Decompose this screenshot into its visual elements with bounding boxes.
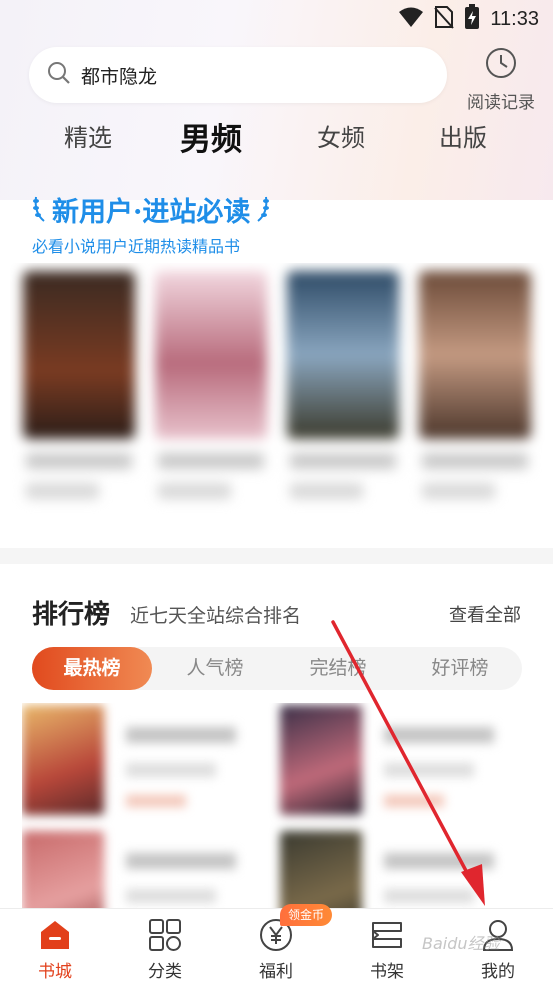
tab-popularity[interactable]: 人气榜 [154,647,276,690]
home-icon [38,917,72,953]
coin-badge: 领金币 [280,904,333,926]
promo-title: 新用户·进站必读 [32,190,270,229]
clock-icon [484,46,518,84]
tab-publishing[interactable]: 出版 [439,118,487,153]
book-meta-placeholder [290,483,364,499]
book-meta-placeholder [26,483,100,499]
no-sim-icon [434,5,455,33]
book-title-placeholder [290,453,396,469]
tab-featured[interactable]: 精选 [64,118,112,153]
tab-completed[interactable]: 完结榜 [277,647,399,690]
tab-male[interactable]: 男频 [180,114,242,159]
nav-category[interactable]: 分类 [110,909,220,983]
nav-bookshelf-label: 书架 [370,962,404,982]
promo-subtitle: 必看小说用户近期热读精品书 [32,237,241,256]
reading-history-button[interactable]: 阅读记录 [462,46,540,113]
promo-book-list [10,263,545,535]
book-title-placeholder [422,453,528,469]
wifi-icon [398,6,424,32]
book-cover [23,271,135,439]
tab-top-rated[interactable]: 好评榜 [399,647,521,690]
ranking-description: 近七天全站综合排名 [130,605,302,627]
search-input[interactable]: 都市隐龙 [29,47,447,103]
battery-charging-icon [464,4,480,34]
laurel-right-icon [254,193,270,227]
category-tabs: 精选 男频 女频 出版 [0,118,553,168]
ranking-tabs: 最热榜 人气榜 完结榜 好评榜 [32,647,522,690]
tab-hottest[interactable]: 最热榜 [32,647,152,690]
section-divider [0,548,553,564]
book-title-placeholder [26,453,132,469]
status-time: 11:33 [490,7,539,30]
book-card[interactable] [414,263,536,535]
list-item[interactable] [22,705,262,815]
book-card[interactable] [282,263,404,535]
tab-female[interactable]: 女频 [317,118,365,153]
list-item[interactable] [22,831,262,908]
nav-bookstore-label: 书城 [38,962,72,982]
watermark: Baidu经验 [422,934,500,953]
nav-category-label: 分类 [148,962,182,982]
book-title-placeholder [158,453,264,469]
list-item[interactable] [280,831,520,908]
book-cover [287,271,399,439]
search-query: 都市隐龙 [81,65,158,88]
nav-bookstore[interactable]: 书城 [0,909,110,983]
nav-welfare-label: 福利 [259,962,293,982]
category-grid-icon [148,917,182,953]
search-icon [47,61,71,89]
book-meta-placeholder [158,483,232,499]
status-bar: 11:33 [0,0,553,38]
see-all-link[interactable]: 查看全部 [449,601,521,627]
list-item[interactable] [280,705,520,815]
book-card[interactable] [150,263,272,535]
promo-title-text: 新用户·进站必读 [52,197,251,228]
laurel-left-icon [32,193,48,227]
book-cover [419,271,531,439]
book-cover [155,271,267,439]
bookshelf-icon [370,917,404,953]
book-meta-placeholder [422,483,496,499]
ranking-list [22,703,532,908]
ranking-title: 排行榜 [32,600,111,630]
reading-history-label: 阅读记录 [467,93,535,113]
book-card[interactable] [18,263,140,535]
nav-profile-label: 我的 [481,962,515,982]
